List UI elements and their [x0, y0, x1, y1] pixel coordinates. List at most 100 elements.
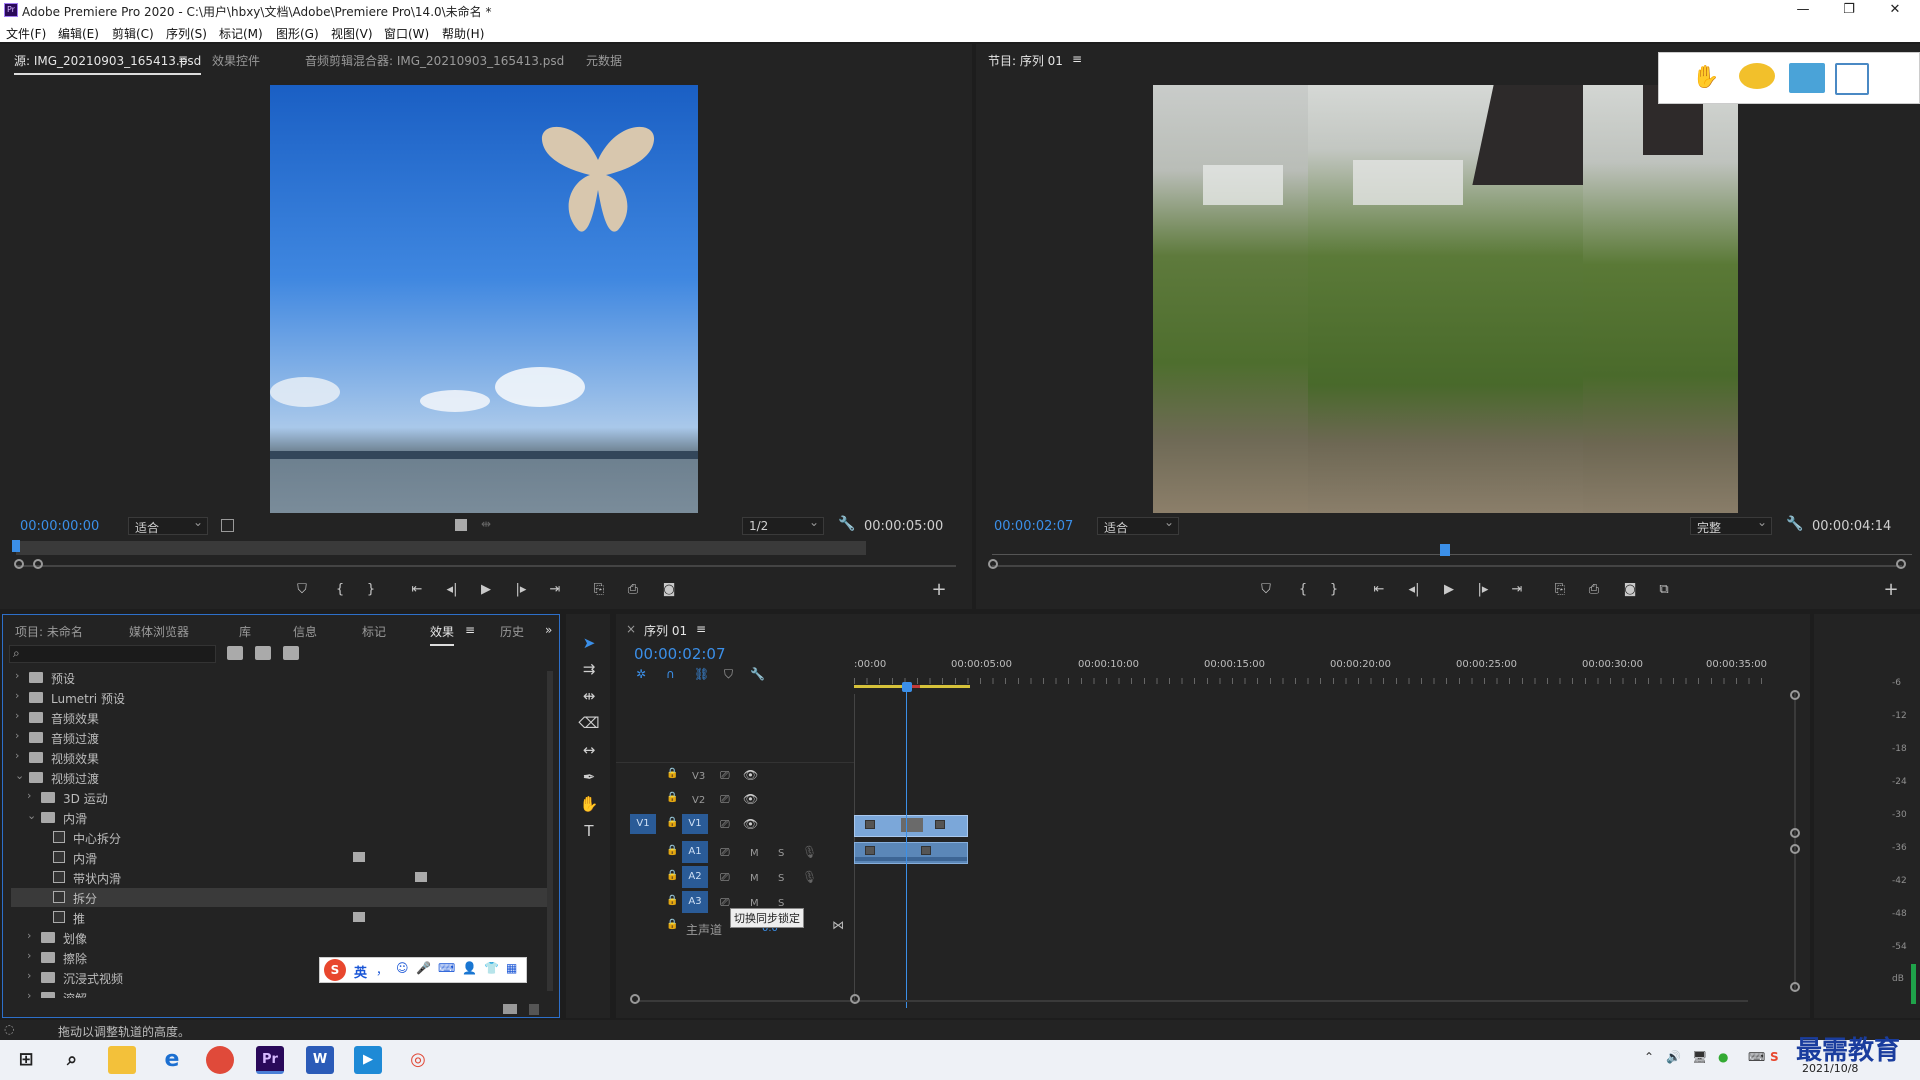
effects-panel-menu[interactable]: ≡	[465, 623, 475, 637]
program-camera-icon[interactable]: ◙	[1621, 581, 1639, 599]
windows-start-icon[interactable]: ⊞	[12, 1046, 40, 1074]
tab-info[interactable]: 信息	[293, 623, 317, 640]
compare-icon[interactable]: ⧉	[1655, 581, 1673, 599]
source-fit-dropdown[interactable]: 适合	[128, 515, 208, 535]
minimize-button[interactable]: —	[1780, 0, 1826, 22]
v2-eye-icon[interactable]: 👁	[743, 792, 758, 806]
mark-out-icon[interactable]: }	[362, 581, 380, 599]
tab-history[interactable]: 历史	[500, 623, 524, 640]
effects-scrollbar[interactable]	[547, 671, 553, 991]
camera-icon[interactable]: ◙	[660, 581, 678, 599]
a2-mic-icon[interactable]: 🎙	[802, 870, 817, 884]
zoom-handle-right[interactable]	[33, 559, 43, 569]
vscroll-top-handle[interactable]	[1790, 690, 1800, 700]
program-playhead[interactable]	[1440, 544, 1450, 556]
timeline-panel-menu[interactable]: ≡	[696, 622, 706, 636]
network-icon[interactable]: 🖥	[1692, 1050, 1707, 1064]
step-back-icon[interactable]: ◂|	[443, 581, 461, 599]
source-resolution-dropdown[interactable]: 1/2	[742, 515, 824, 535]
close-button[interactable]: ✕	[1872, 0, 1918, 22]
overwrite-clip-icon[interactable]: ⎙	[624, 581, 642, 599]
a1-sync-icon[interactable]: ⎚	[720, 845, 730, 860]
tree-item-slide[interactable]: ⌄ 内滑	[11, 808, 551, 827]
tab-project[interactable]: 项目: 未命名	[15, 623, 83, 640]
play-icon[interactable]: ▶	[477, 581, 495, 599]
a2-lock-icon[interactable]: 🔒	[666, 870, 678, 881]
source-panel-menu[interactable]: ≡	[178, 52, 188, 66]
maximize-button[interactable]: ❐	[1826, 0, 1872, 22]
tree-item-slide-effect[interactable]: 内滑	[11, 848, 551, 867]
extract-icon[interactable]: ⎙	[1585, 581, 1603, 599]
a2-sync-icon[interactable]: ⎚	[720, 870, 730, 885]
wrench-icon[interactable]: 🔧	[838, 516, 855, 532]
ime-punct-icon[interactable]: ，	[376, 961, 388, 978]
ime-keyboard-icon[interactable]: ⌨	[438, 961, 455, 975]
tree-item-video-effects[interactable]: › 视频效果	[11, 748, 551, 767]
accelerated-effects-icon[interactable]	[227, 646, 243, 660]
insert-icon[interactable]	[455, 519, 467, 531]
v3-lock-icon[interactable]: 🔒	[666, 768, 678, 779]
ime-emoji-icon[interactable]: ☺	[396, 961, 409, 975]
tree-item-push[interactable]: 推	[11, 908, 551, 927]
tray-app-icon[interactable]: ●	[1718, 1050, 1728, 1064]
tab-media-browser[interactable]: 媒体浏览器	[129, 623, 189, 640]
tree-item-split[interactable]: 拆分	[11, 888, 551, 907]
yuv-effects-icon[interactable]	[283, 646, 299, 660]
chrome-icon[interactable]	[206, 1046, 234, 1074]
ime-voice-icon[interactable]: 🎤	[416, 961, 431, 975]
timeline-settings-icon[interactable]: 🔧	[750, 667, 765, 681]
hand-tool-icon[interactable]: ✋	[578, 793, 600, 815]
menu-window[interactable]: 窗口(W)	[384, 25, 429, 42]
program-add-button-icon[interactable]: +	[1882, 581, 1900, 599]
menu-marker[interactable]: 标记(M)	[219, 25, 263, 42]
nest-icon[interactable]: ✲	[636, 667, 646, 681]
program-zoom-handle-right[interactable]	[1896, 559, 1906, 569]
tab-metadata[interactable]: 元数据	[586, 52, 622, 69]
a2-mute[interactable]: M	[750, 873, 759, 884]
program-time-ruler[interactable]	[992, 554, 1912, 555]
more-tabs-icon[interactable]: »	[545, 623, 552, 637]
tab-sequence-01[interactable]: 序列 01	[644, 622, 687, 639]
source-playhead[interactable]	[12, 540, 20, 552]
program-go-to-in-icon[interactable]: ⇤	[1370, 581, 1388, 599]
sogou-logo-icon[interactable]: S	[324, 959, 346, 981]
source-time-ruler[interactable]	[16, 541, 866, 555]
v1-sync-icon[interactable]: ⎚	[720, 817, 730, 832]
word-icon[interactable]: W	[306, 1046, 334, 1074]
lift-icon[interactable]: ⎘	[1551, 581, 1569, 599]
menu-help[interactable]: 帮助(H)	[442, 25, 484, 42]
step-forward-icon[interactable]: |▸	[512, 581, 530, 599]
zoom-search-icon[interactable]	[1835, 63, 1869, 95]
ime-skin-icon[interactable]: 👕	[484, 961, 499, 975]
vscroll-mid-handle-2[interactable]	[1790, 844, 1800, 854]
export-icon[interactable]	[1789, 63, 1825, 93]
timeline-zoom-right[interactable]	[850, 994, 860, 1004]
program-fit-dropdown[interactable]: 适合	[1097, 515, 1179, 535]
menu-file[interactable]: 文件(F)	[6, 25, 46, 42]
tab-effects[interactable]: 效果	[430, 623, 455, 646]
slip-tool-icon[interactable]: ↔	[578, 739, 600, 761]
new-folder-icon[interactable]	[503, 1004, 517, 1014]
timeline-playhead-handle[interactable]	[902, 682, 912, 692]
tab-program[interactable]: 节目: 序列 01	[988, 52, 1063, 69]
v3-eye-icon[interactable]: 👁	[743, 768, 758, 782]
timeline-marker-icon[interactable]: ⛉	[724, 667, 733, 682]
taskbar-search-icon[interactable]: ⌕	[58, 1046, 86, 1074]
go-to-out-icon[interactable]: ⇥	[546, 581, 564, 599]
file-explorer-icon[interactable]	[108, 1046, 136, 1074]
tree-item-dissolve[interactable]: ›溶解	[11, 988, 551, 998]
delete-icon[interactable]	[529, 1004, 539, 1015]
program-timecode[interactable]: 00:00:02:07	[994, 519, 1073, 534]
tree-item-3d-motion[interactable]: › 3D 运动	[11, 788, 551, 807]
effects-search-input[interactable]: ⌕	[9, 645, 216, 663]
media-player-icon[interactable]: ▶	[354, 1046, 382, 1074]
ime-tray-icon[interactable]: ⌨	[1748, 1050, 1765, 1064]
v3-sync-icon[interactable]: ⎚	[720, 768, 730, 783]
v2-lock-icon[interactable]: 🔒	[666, 792, 678, 803]
linked-selection-icon[interactable]: ⛓	[694, 667, 709, 681]
a1-solo[interactable]: S	[778, 848, 784, 859]
source-zoom-bar[interactable]	[16, 565, 956, 567]
menu-graphics[interactable]: 图形(G)	[276, 25, 319, 42]
vscroll-mid-handle-1[interactable]	[1790, 828, 1800, 838]
tray-chevron-icon[interactable]: ⌃	[1644, 1050, 1654, 1064]
